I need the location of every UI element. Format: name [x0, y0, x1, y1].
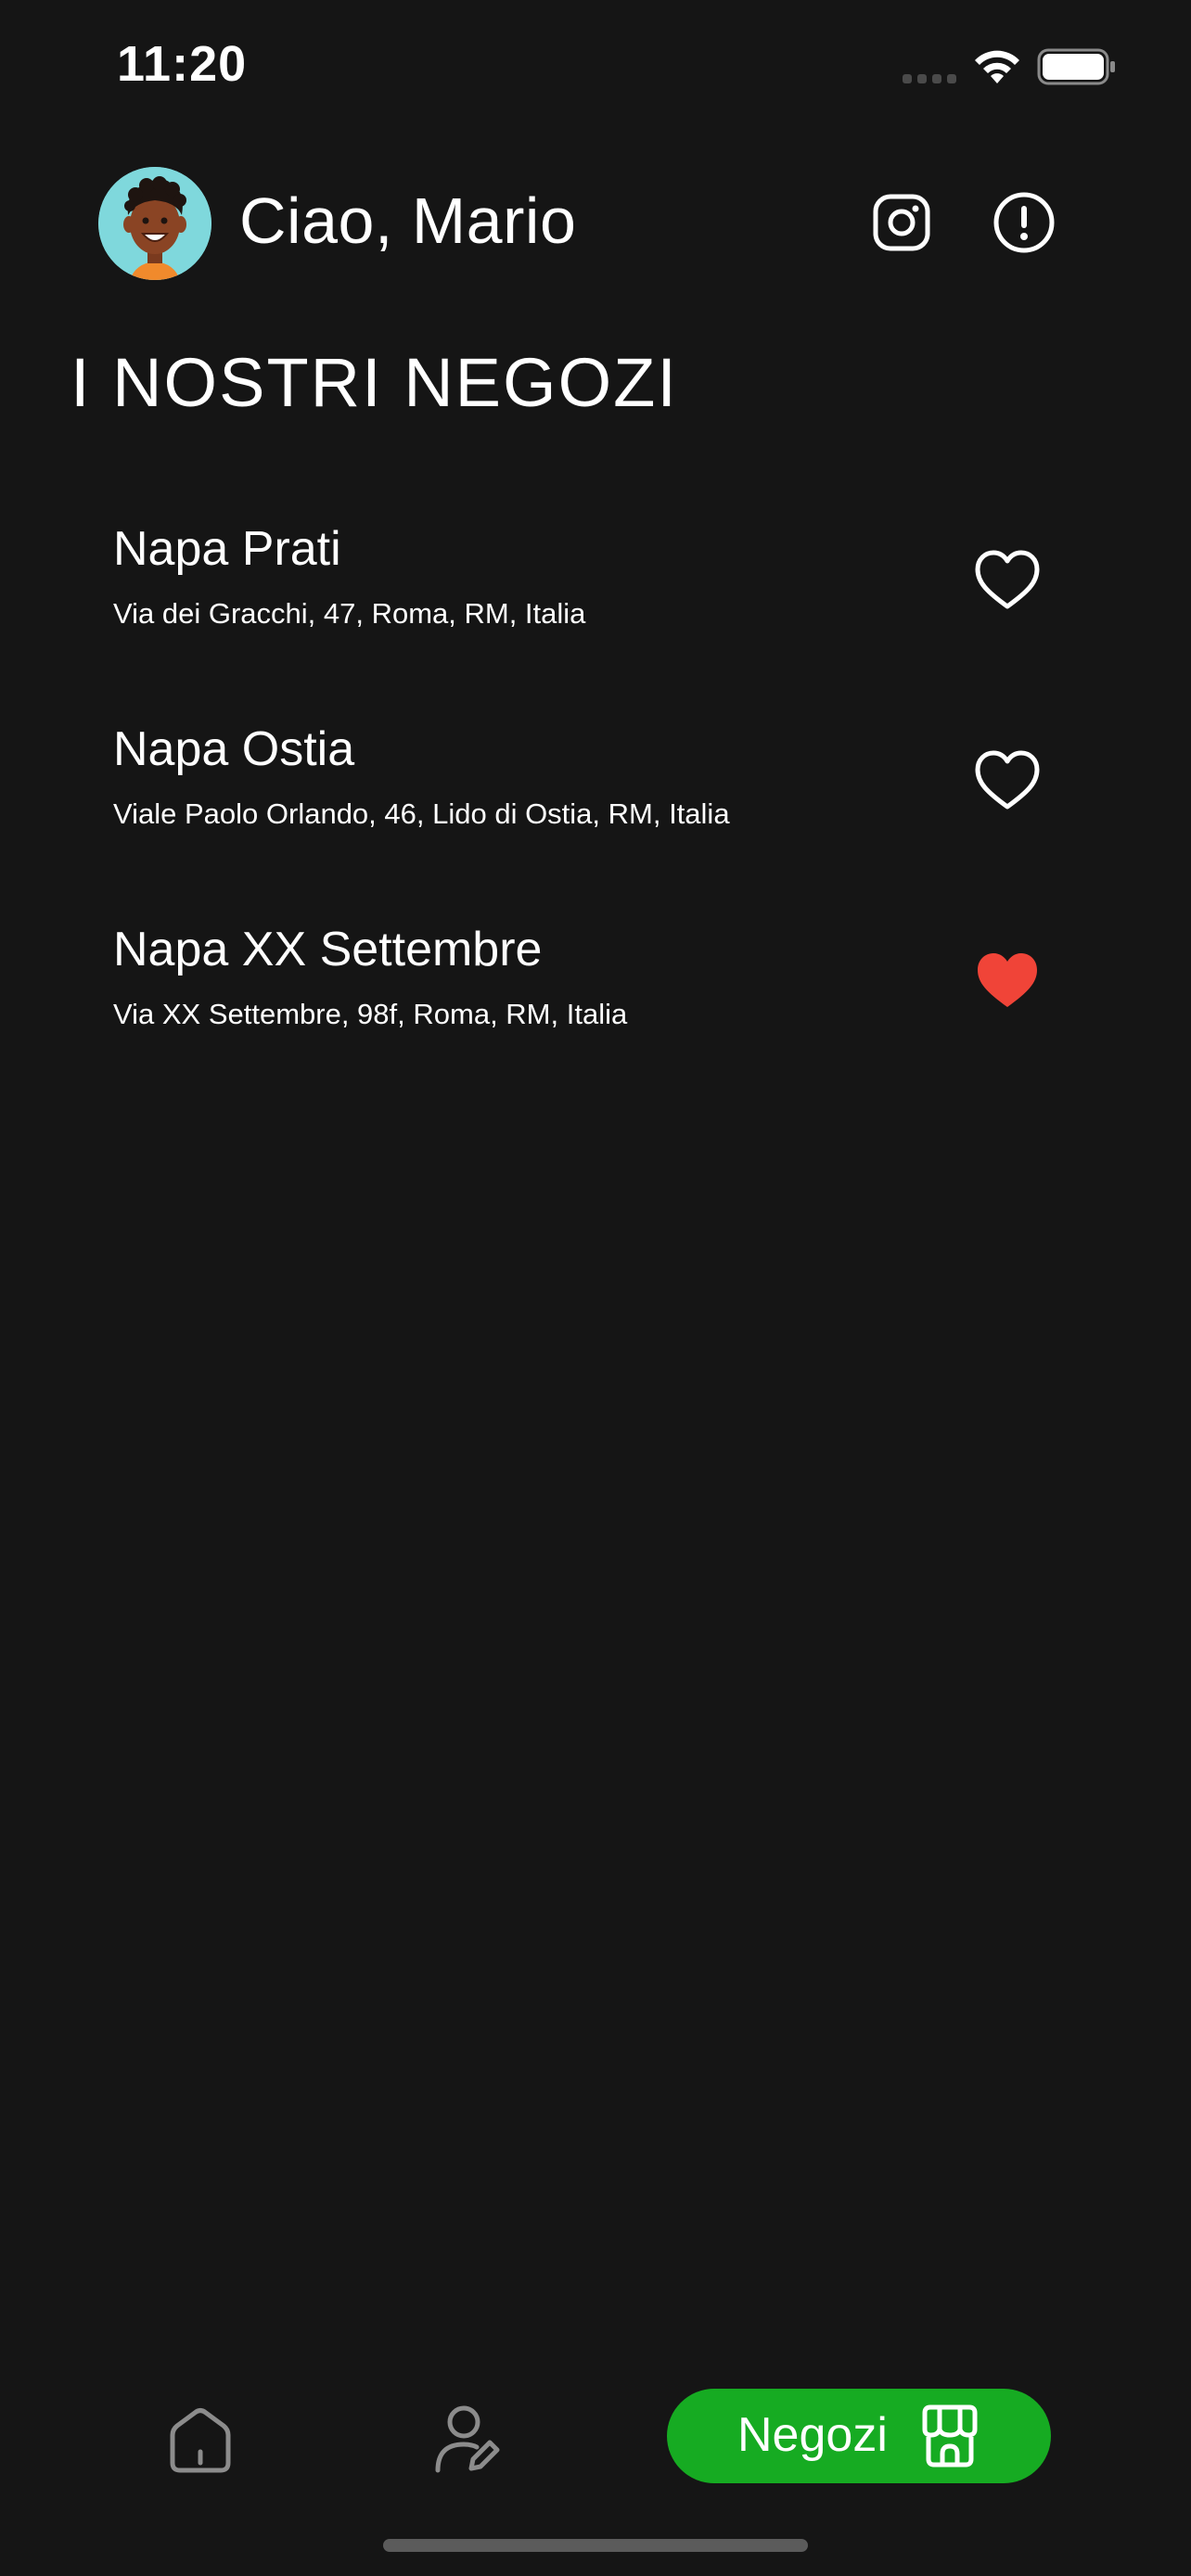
store-item[interactable]: Napa Prati Via dei Gracchi, 47, Roma, RM… — [113, 501, 1078, 649]
store-item[interactable]: Napa XX Settembre Via XX Settembre, 98f,… — [113, 901, 1078, 1050]
heart-outline-icon — [975, 550, 1040, 609]
nav-home-button[interactable] — [163, 2404, 237, 2478]
page-title: I NOSTRI NEGOZI — [70, 344, 678, 421]
heart-filled-icon — [978, 953, 1037, 1007]
home-icon — [170, 2408, 231, 2473]
favorite-button[interactable] — [974, 549, 1041, 612]
greeting-text: Ciao, Mario — [239, 185, 577, 257]
user-avatar[interactable] — [98, 167, 211, 280]
bottom-nav: Negozi — [0, 2374, 1191, 2504]
store-icon — [922, 2404, 978, 2468]
store-name: Napa Ostia — [113, 722, 355, 776]
info-icon — [993, 192, 1055, 253]
favorite-button[interactable] — [974, 749, 1041, 812]
avatar-icon — [98, 167, 211, 280]
instagram-button[interactable] — [868, 189, 935, 256]
store-name: Napa Prati — [113, 522, 341, 576]
store-address: Via XX Settembre, 98f, Roma, RM, Italia — [113, 998, 628, 1030]
info-button[interactable] — [991, 189, 1057, 256]
nav-stores-button[interactable]: Negozi — [667, 2389, 1051, 2483]
status-time: 11:20 — [117, 36, 248, 92]
store-address: Via dei Gracchi, 47, Roma, RM, Italia — [113, 597, 586, 630]
profile-edit-icon — [435, 2405, 500, 2473]
store-item[interactable]: Napa Ostia Viale Paolo Orlando, 46, Lido… — [113, 701, 1078, 849]
status-bar: 11:20 — [0, 0, 1191, 139]
favorite-button[interactable] — [974, 950, 1041, 1013]
store-name: Napa XX Settembre — [113, 923, 543, 976]
nav-profile-button[interactable] — [429, 2402, 503, 2476]
wifi-icon — [975, 50, 1019, 83]
instagram-icon — [873, 194, 930, 251]
nav-stores-label: Negozi — [737, 2408, 888, 2462]
cellular-signal-icon — [903, 74, 956, 83]
home-indicator — [383, 2539, 808, 2552]
heart-outline-icon — [975, 750, 1040, 810]
battery-icon — [1037, 48, 1115, 85]
store-address: Viale Paolo Orlando, 46, Lido di Ostia, … — [113, 797, 730, 830]
